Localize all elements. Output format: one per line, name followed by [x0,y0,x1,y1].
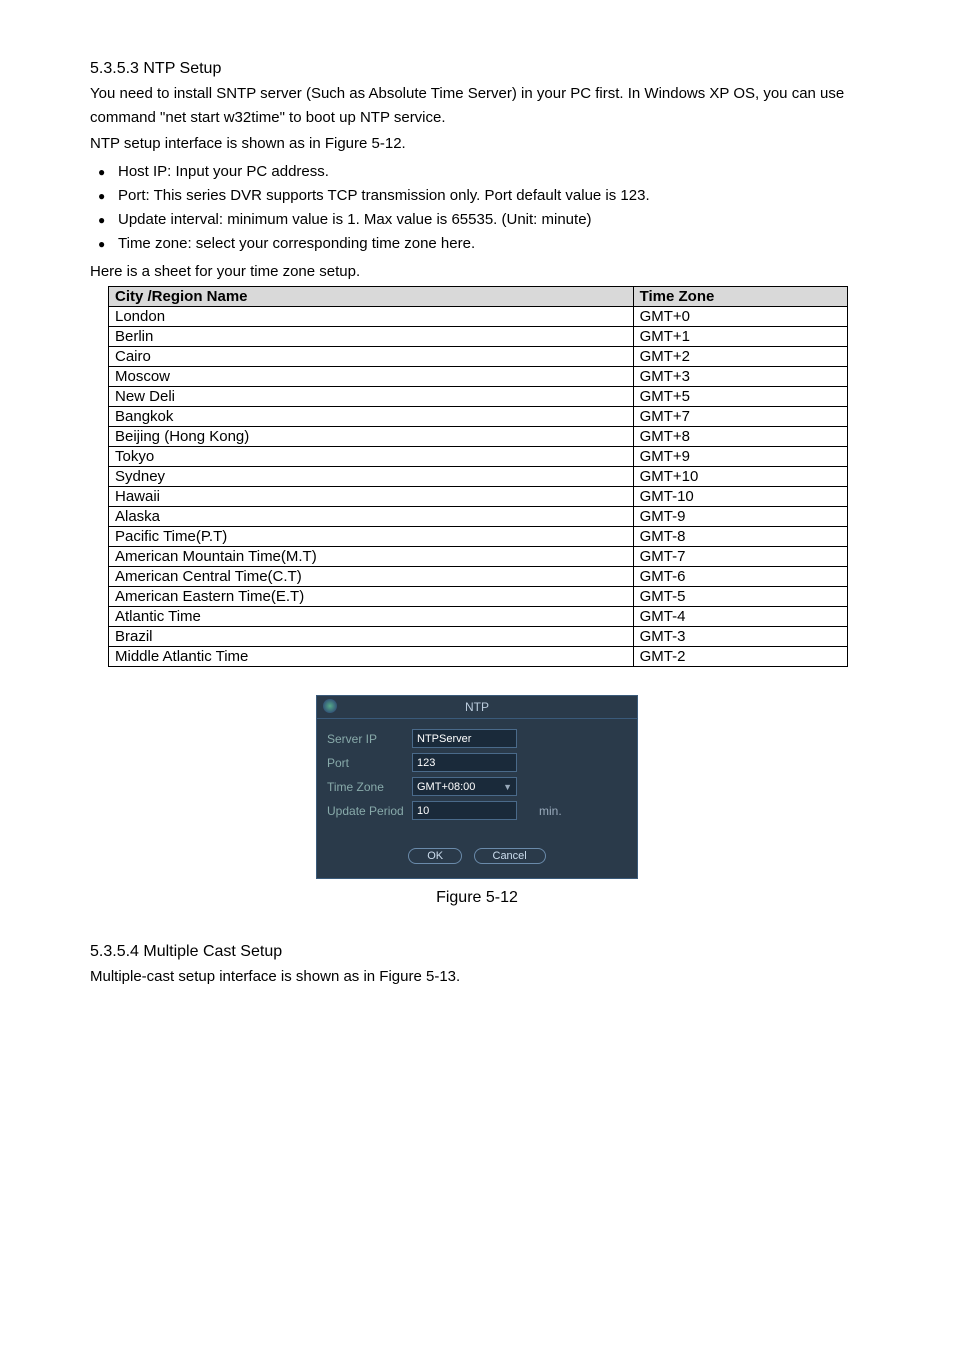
table-row: BrazilGMT-3 [109,627,848,647]
timezone-select[interactable]: GMT+08:00 ▼ [412,777,517,796]
td-city: Sydney [109,467,634,487]
td-city: Cairo [109,347,634,367]
td-tz: GMT+9 [633,447,847,467]
figure-caption: Figure 5-12 [90,889,864,907]
dialog-button-row: OK Cancel [327,848,627,864]
td-tz: GMT-8 [633,527,847,547]
timezone-value: GMT+08:00 [417,781,475,793]
table-row: AlaskaGMT-9 [109,507,848,527]
td-tz: GMT+7 [633,407,847,427]
th-city: City /Region Name [109,287,634,307]
td-tz: GMT-2 [633,647,847,667]
td-tz: GMT+10 [633,467,847,487]
td-tz: GMT-6 [633,567,847,587]
cancel-button[interactable]: Cancel [474,848,546,864]
td-city: American Central Time(C.T) [109,567,634,587]
table-row: American Central Time(C.T)GMT-6 [109,567,848,587]
table-row: TokyoGMT+9 [109,447,848,467]
update-period-input[interactable] [412,801,517,820]
label-port: Port [327,756,412,770]
label-update-period: Update Period [327,804,412,818]
td-tz: GMT-3 [633,627,847,647]
td-city: Pacific Time(P.T) [109,527,634,547]
td-tz: GMT+0 [633,307,847,327]
table-row: Atlantic TimeGMT-4 [109,607,848,627]
ok-button[interactable]: OK [408,848,462,864]
td-city: American Mountain Time(M.T) [109,547,634,567]
label-timezone: Time Zone [327,780,412,794]
td-city: London [109,307,634,327]
dialog-title-text: NTP [465,700,489,714]
bullet-item: Host IP: Input your PC address. [90,160,864,184]
table-row: BangkokGMT+7 [109,407,848,427]
td-tz: GMT-5 [633,587,847,607]
dialog-body: Server IP Port Time Zone GMT+08:00 ▼ Upd… [317,719,637,878]
td-city: Bangkok [109,407,634,427]
table-row: Pacific Time(P.T)GMT-8 [109,527,848,547]
para-ntp-2: NTP setup interface is shown as in Figur… [90,132,864,156]
td-city: Berlin [109,327,634,347]
td-city: Atlantic Time [109,607,634,627]
server-ip-input[interactable] [412,729,517,748]
td-tz: GMT+5 [633,387,847,407]
th-tz: Time Zone [633,287,847,307]
td-tz: GMT+3 [633,367,847,387]
td-tz: GMT-9 [633,507,847,527]
td-tz: GMT+1 [633,327,847,347]
table-row: American Eastern Time(E.T)GMT-5 [109,587,848,607]
dialog-logo-icon [323,699,337,713]
row-update-period: Update Period min. [327,801,627,820]
td-tz: GMT-10 [633,487,847,507]
section-heading-multicast: 5.3.5.4 Multiple Cast Setup [90,943,864,961]
port-input[interactable] [412,753,517,772]
table-row: Middle Atlantic TimeGMT-2 [109,647,848,667]
chevron-down-icon: ▼ [503,782,512,792]
ntp-dialog: NTP Server IP Port Time Zone GMT+08:00 ▼… [316,695,638,879]
table-row: MoscowGMT+3 [109,367,848,387]
row-server-ip: Server IP [327,729,627,748]
sheet-intro: Here is a sheet for your time zone setup… [90,260,864,284]
table-row: SydneyGMT+10 [109,467,848,487]
table-row: American Mountain Time(M.T)GMT-7 [109,547,848,567]
para-multicast-1: Multiple-cast setup interface is shown a… [90,965,864,989]
td-tz: GMT+2 [633,347,847,367]
td-city: New Deli [109,387,634,407]
td-city: American Eastern Time(E.T) [109,587,634,607]
row-port: Port [327,753,627,772]
section-heading-ntp: 5.3.5.3 NTP Setup [90,60,864,78]
td-tz: GMT-7 [633,547,847,567]
td-city: Tokyo [109,447,634,467]
table-row: BerlinGMT+1 [109,327,848,347]
table-row: LondonGMT+0 [109,307,848,327]
dialog-title-bar: NTP [317,696,637,719]
label-server-ip: Server IP [327,732,412,746]
table-row: HawaiiGMT-10 [109,487,848,507]
td-tz: GMT-4 [633,607,847,627]
update-unit: min. [539,804,562,818]
bullet-list-ntp: Host IP: Input your PC address. Port: Th… [90,160,864,256]
para-ntp-1: You need to install SNTP server (Such as… [90,82,864,130]
row-timezone: Time Zone GMT+08:00 ▼ [327,777,627,796]
table-row: CairoGMT+2 [109,347,848,367]
td-city: Middle Atlantic Time [109,647,634,667]
timezone-table: City /Region Name Time Zone LondonGMT+0 … [108,286,848,667]
td-city: Beijing (Hong Kong) [109,427,634,447]
td-city: Hawaii [109,487,634,507]
bullet-item: Time zone: select your corresponding tim… [90,232,864,256]
td-tz: GMT+8 [633,427,847,447]
table-row: Beijing (Hong Kong)GMT+8 [109,427,848,447]
bullet-item: Port: This series DVR supports TCP trans… [90,184,864,208]
table-header-row: City /Region Name Time Zone [109,287,848,307]
bullet-item: Update interval: minimum value is 1. Max… [90,208,864,232]
td-city: Alaska [109,507,634,527]
table-row: New DeliGMT+5 [109,387,848,407]
td-city: Moscow [109,367,634,387]
td-city: Brazil [109,627,634,647]
